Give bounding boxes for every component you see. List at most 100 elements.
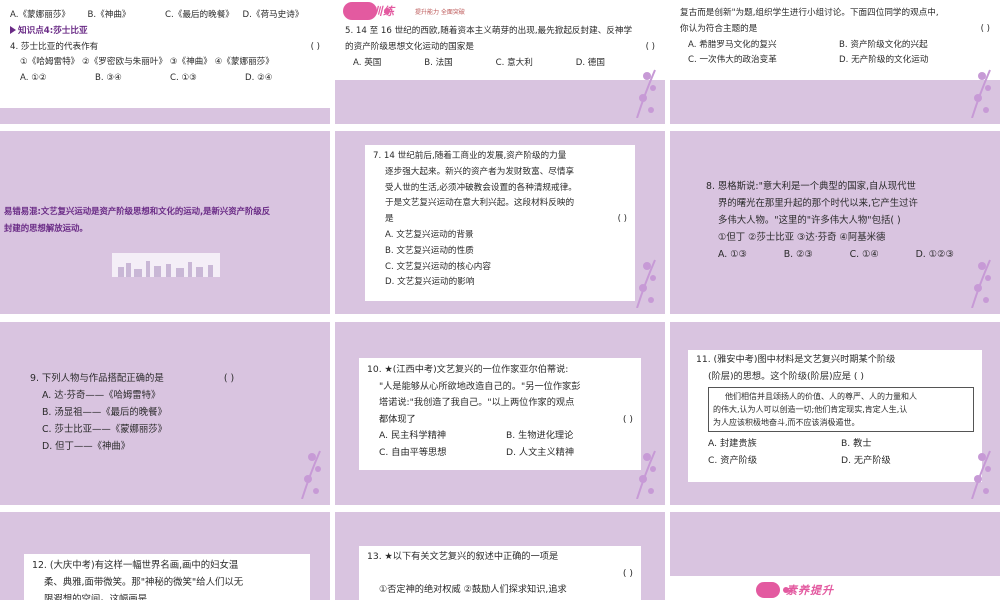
- q12-line-1: 12. (大庆中考)有这样一幅世界名画,画中的妇女温: [32, 560, 239, 571]
- banner-subtitle: 提升能力 全面突破: [415, 9, 465, 16]
- slide-9[interactable]: 11. (雅安中考)图中材料是文艺复兴时期某个阶级 (阶层)的思想。这个阶级(阶…: [670, 322, 1000, 505]
- knowledge-point-heading: 知识点4:莎士比亚: [10, 24, 320, 40]
- question-card-5: 5. 14 至 16 世纪的西欧,随着资本主义萌芽的出现,最先掀起反封建、反神学…: [335, 22, 665, 80]
- slide-5[interactable]: 7. 14 世纪前后,随着工商业的发展,资产阶级的力量 逐步强大起来。新兴的资产…: [335, 131, 665, 314]
- q11-option-a: A. 封建贵族: [708, 438, 757, 450]
- q8-option-b: B. ②③: [783, 249, 813, 260]
- q5-option-b: B. 法国: [424, 57, 453, 68]
- q6-line-1: 复古而是创新"为题,组织学生进行小组讨论。下面四位同学的观点中,: [680, 8, 939, 18]
- banner-title: 能力训练: [347, 5, 395, 18]
- q7-option-a: A. 文艺复兴运动的背景: [385, 229, 474, 240]
- q3-option-a: A.《蒙娜丽莎》: [10, 10, 71, 20]
- q5-options: A. 英国 B. 法国 C. 意大利 D. 德国: [345, 56, 655, 72]
- q3-options: A.《蒙娜丽莎》 B.《神曲》 C.《最后的晚餐》 D.《荷马史诗》: [10, 8, 320, 24]
- q5-option-d: D. 德国: [575, 57, 605, 68]
- q6-options-row-1: A. 希腊罗马文化的复兴 B. 资产阶级文化的兴起: [680, 38, 990, 54]
- q11-options-row-1: A. 封建贵族 B. 教士: [696, 436, 974, 453]
- q10-line-3: 塔诺说:"我创造了我自己。"以上两位作家的观点: [379, 397, 575, 409]
- q9-option-c: C. 莎士比亚——《蒙娜丽莎》: [42, 424, 168, 435]
- q4-option-b: B. ③④: [95, 73, 122, 84]
- flower-decoration-icon: [971, 450, 991, 499]
- q11-line-1: 11. (雅安中考)图中材料是文艺复兴时期某个阶级: [696, 354, 896, 365]
- slide-2[interactable]: 能力训练 提升能力 全面突破 5. 14 至 16 世纪的西欧,随着资本主义萌芽…: [335, 0, 665, 124]
- q8-option-d: D. ①②③: [915, 249, 954, 260]
- q12-line-2: 柔、典雅,面带微笑。那"神秘的微笑"给人们以无: [44, 577, 244, 588]
- q3-option-d: D.《荷马史诗》: [242, 10, 304, 20]
- q4-option-a: A. ①②: [20, 73, 47, 84]
- error-tip-line-2: 封建的思想解放运动。: [4, 223, 88, 233]
- q4-items: ①《哈姆雷特》 ②《罗密欧与朱丽叶》 ③《神曲》 ④《蒙娜丽莎》: [20, 57, 274, 68]
- q5-line-1: 5. 14 至 16 世纪的西欧,随着资本主义萌芽的出现,最先掀起反封建、反神学: [345, 26, 633, 36]
- q9-option-b: B. 汤显祖——《最后的晚餐》: [42, 407, 167, 418]
- slide-10[interactable]: 12. (大庆中考)有这样一幅世界名画,画中的妇女温 柔、典雅,面带微笑。那"神…: [0, 512, 330, 600]
- question-card-7: 7. 14 世纪前后,随着工商业的发展,资产阶级的力量 逐步强大起来。新兴的资产…: [365, 145, 635, 301]
- q8-line-3: 多伟大人物。"这里的"许多伟大人物"包括( ): [718, 215, 901, 226]
- q5-option-a: A. 英国: [353, 57, 382, 68]
- q11-quote-line-3: 为人应该积极地奋斗,而不应该消极遁世。: [713, 418, 860, 428]
- slide-6[interactable]: 8. 恩格斯说:"意大利是一个典型的国家,自从现代世 界的曙光在那里升起的那个时…: [670, 131, 1000, 314]
- flower-decoration-icon: [301, 450, 321, 499]
- q10-options-row-2: C. 自由平等思想 D. 人文主义精神: [367, 445, 633, 462]
- q6-option-d: D. 无产阶级的文化运动: [839, 55, 929, 66]
- q4-option-d: D. ②④: [245, 73, 273, 84]
- q7-line-1: 7. 14 世纪前后,随着工商业的发展,资产阶级的力量: [373, 151, 567, 161]
- q7-line-5: 是( ): [385, 214, 627, 225]
- q9-option-d: D. 但丁——《神曲》: [42, 441, 131, 452]
- q11-line-2: (阶层)的思想。这个阶级(阶层)应是 ( ): [708, 370, 864, 382]
- question-card-9: 9. 下列人物与作品搭配正确的是( ) A. 达·芬奇——《哈姆雷特》 B. 汤…: [22, 368, 312, 462]
- question-card-10: 10. ★(江西中考)文艺复兴的一位作家亚尔伯蒂说: "人是能够从心所欲地改造自…: [359, 358, 641, 470]
- q5-line-2: 的资产阶级思想文化运动的国家是( ): [345, 41, 655, 52]
- q10-line-4: 都体现了( ): [379, 413, 633, 425]
- q11-quote-line-1: 他们相信并且颂扬人的价值、人的尊严、人的力量和人: [725, 392, 917, 402]
- q8-option-c: C. ①④: [849, 249, 879, 260]
- q12-line-3: 限遐想的空间。这幅画是: [44, 594, 148, 600]
- question-card-13: 13. ★以下有关文艺复兴的叙述中正确的一项是 ( ) ①否定神的绝对权威 ②鼓…: [359, 546, 641, 600]
- q6-option-c: C. 一次伟大的政治变革: [688, 55, 777, 66]
- q4-options: A. ①② B. ③④ C. ①③ D. ②④: [10, 71, 320, 87]
- q6-line-2: 你认为符合主题的是( ): [680, 23, 990, 34]
- q9-option-a: A. 达·芬奇——《哈姆雷特》: [42, 390, 161, 401]
- q7-line-3: 受人世的生活,必须冲破教会设置的各种清规戒律。: [385, 182, 577, 193]
- q6-option-b: B. 资产阶级文化的兴起: [839, 39, 928, 50]
- slide-12[interactable]: 素养提升: [670, 512, 1000, 600]
- question-card-12: 12. (大庆中考)有这样一幅世界名画,画中的妇女温 柔、典雅,面带微笑。那"神…: [24, 554, 310, 600]
- q3-option-c: C.《最后的晚餐》: [165, 10, 234, 20]
- banner-title: 素养提升: [786, 584, 834, 597]
- error-tip-line-1: 易错易混:文艺复兴运动是资产阶级思想和文化的运动,是新兴资产阶级反: [4, 206, 271, 216]
- q8-line-1: 8. 恩格斯说:"意大利是一个典型的国家,自从现代世: [706, 181, 916, 192]
- q8-option-a: A. ①③: [718, 249, 748, 260]
- ability-training-banner: 能力训练 提升能力 全面突破: [335, 0, 665, 22]
- flower-decoration-icon: [636, 69, 656, 118]
- q13-paren-line: ( ): [622, 567, 633, 579]
- slide-1[interactable]: … A.《蒙娜丽莎》 B.《神曲》 C.《最后的晚餐》 D.《荷马史诗》 知识点…: [0, 0, 330, 124]
- question-card-11: 11. (雅安中考)图中材料是文艺复兴时期某个阶级 (阶层)的思想。这个阶级(阶…: [688, 350, 982, 482]
- slide-11[interactable]: 13. ★以下有关文艺复兴的叙述中正确的一项是 ( ) ①否定神的绝对权威 ②鼓…: [335, 512, 665, 600]
- flower-decoration-icon: [636, 450, 656, 499]
- q11-quote-box: 他们相信并且颂扬人的价值、人的尊严、人的力量和人 的伟大,认为人可以创造一切;他…: [708, 387, 974, 433]
- q8-line-2: 界的曙光在那里升起的那个时代以来,它产生过许: [718, 198, 918, 209]
- slide-8[interactable]: 10. ★(江西中考)文艺复兴的一位作家亚尔伯蒂说: "人是能够从心所欲地改造自…: [335, 322, 665, 505]
- q13-stem: 13. ★以下有关文艺复兴的叙述中正确的一项是: [367, 551, 559, 562]
- q10-line-2: "人是能够从心所欲地改造自己的。"另一位作家彭: [379, 380, 581, 392]
- q3-option-b: B.《神曲》: [87, 10, 131, 20]
- q9-stem: 9. 下列人物与作品搭配正确的是( ): [30, 373, 235, 384]
- slide-3[interactable]: … 复古而是创新"为题,组织学生进行小组讨论。下面四位同学的观点中, 你认为符合…: [670, 0, 1000, 124]
- q10-option-d: D. 人文主义精神: [506, 446, 575, 458]
- slide-7[interactable]: 9. 下列人物与作品搭配正确的是( ) A. 达·芬奇——《哈姆雷特》 B. 汤…: [0, 322, 330, 505]
- question-card-8: 8. 恩格斯说:"意大利是一个典型的国家,自从现代世 界的曙光在那里升起的那个时…: [700, 175, 990, 267]
- q7-line-2: 逐步强大起来。新兴的资产者为发财致富、尽情享: [385, 166, 575, 177]
- error-tip: 易错易混:文艺复兴运动是资产阶级思想和文化的运动,是新兴资产阶级反 封建的思想解…: [4, 203, 329, 237]
- flower-decoration-icon: [636, 259, 656, 308]
- literacy-banner: 素养提升: [670, 576, 1000, 600]
- slide-4[interactable]: 易错易混:文艺复兴运动是资产阶级思想和文化的运动,是新兴资产阶级反 封建的思想解…: [0, 131, 330, 314]
- q7-option-b: B. 文艺复兴运动的性质: [385, 245, 474, 256]
- q10-option-c: C. 自由平等思想: [379, 446, 447, 458]
- q10-option-a: A. 民主科学精神: [379, 430, 447, 442]
- q5-option-c: C. 意大利: [495, 57, 533, 68]
- question-card-4: … A.《蒙娜丽莎》 B.《神曲》 C.《最后的晚餐》 D.《荷马史诗》 知识点…: [0, 0, 330, 108]
- q11-options-row-2: C. 资产阶级 D. 无产阶级: [696, 453, 974, 470]
- q11-quote-line-2: 的伟大,认为人可以创造一切;他们肯定现实,肯定人生,认: [713, 405, 908, 415]
- q10-option-b: B. 生物进化理论: [506, 430, 574, 442]
- city-skyline-icon: [112, 253, 220, 277]
- q8-options: A. ①③ B. ②③ C. ①④ D. ①②③: [706, 246, 984, 263]
